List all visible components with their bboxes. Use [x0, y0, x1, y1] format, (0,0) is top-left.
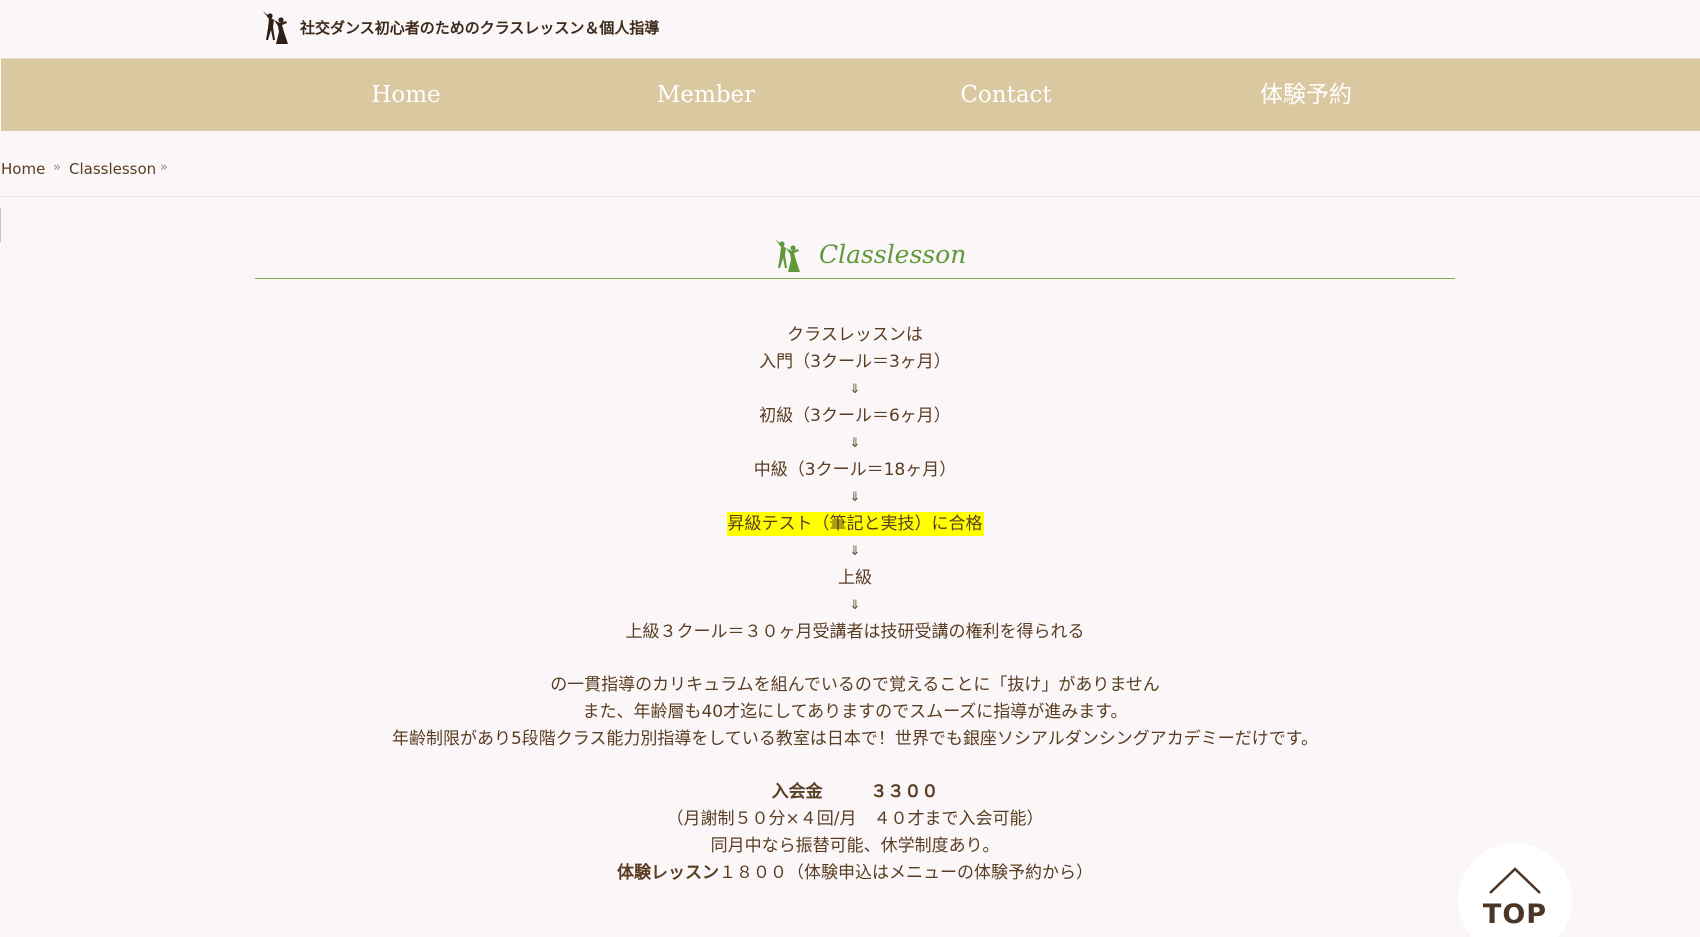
description-line-3: 年齢制限があり5段階クラス能力別指導をしている教室は日本で！世界でも銀座ソシアル…: [391, 729, 1319, 749]
breadcrumb-home[interactable]: Home: [1, 160, 45, 178]
page: 社交ダンス初心者のためのクラスレッスン＆個人指導 Home Member Con…: [0, 0, 1700, 937]
down-arrow-icon: ⇓: [849, 490, 861, 505]
section-heading: Classlesson: [255, 234, 1455, 279]
down-arrow-icon: ⇓: [849, 382, 861, 397]
back-to-top-label: TOP: [1482, 899, 1548, 930]
breadcrumb-separator-icon: »: [160, 160, 168, 175]
main-nav: Home Member Contact 体験予約: [1, 58, 1700, 131]
nav-item-trial-booking[interactable]: 体験予約: [1156, 59, 1456, 131]
promotion-test-highlight: 昇級テスト（筆記と実技）に合格: [726, 512, 984, 536]
curriculum-step-intermediate: 中級（3クール＝18ヶ月）: [753, 460, 957, 480]
enrollment-fee-label: 入会金: [771, 782, 823, 802]
site-header: 社交ダンス初心者のためのクラスレッスン＆個人指導: [0, 0, 1700, 58]
down-arrow-icon: ⇓: [849, 436, 861, 451]
monthly-fee-note: （月謝制５０分×４回/月 ４０才まで入会可能）: [666, 809, 1044, 829]
site-tagline: 社交ダンス初心者のためのクラスレッスン＆個人指導: [300, 19, 660, 37]
curriculum-step-beginner: 入門（3クール＝3ヶ月）: [759, 352, 951, 372]
lesson-content: クラスレッスンは 入門（3クール＝3ヶ月） ⇓ 初級（3クール＝6ヶ月） ⇓ 中…: [255, 322, 1455, 887]
enrollment-fee-value: ３３００: [870, 782, 939, 802]
trial-lesson-value: １８００（体験申込はメニューの体験予約から）: [719, 863, 1093, 883]
down-arrow-icon: ⇓: [849, 544, 861, 559]
down-arrow-icon: ⇓: [849, 598, 861, 613]
curriculum-advanced-note: 上級３クール＝３０ヶ月受講者は技研受講の権利を得られる: [625, 622, 1085, 642]
chevron-up-icon: [1489, 867, 1541, 894]
trial-lesson-label: 体験レッスン: [617, 863, 719, 883]
description-line-1: の一貫指導のカリキュラムを組んでいるので覚えることに「抜け」がありません: [550, 675, 1160, 695]
section-title: Classlesson: [819, 240, 967, 269]
curriculum-intro: クラスレッスンは: [787, 325, 923, 345]
description-line-2: また、年齢層も40才迄にしてありますのでスムーズに指導が進みます。: [582, 702, 1128, 722]
dancing-couple-icon[interactable]: [261, 10, 291, 46]
curriculum-step-advanced: 上級: [838, 568, 872, 588]
dancing-couple-icon: [775, 239, 800, 272]
nav-item-member[interactable]: Member: [556, 59, 856, 131]
breadcrumb: Home » Classlesson »: [1, 130, 1700, 197]
nav-item-home[interactable]: Home: [256, 59, 556, 131]
back-to-top-button[interactable]: TOP: [1458, 843, 1572, 937]
enrollment-fee: 入会金 ３３００: [255, 779, 1455, 806]
curriculum-step-elementary: 初級（3クール＝6ヶ月）: [759, 406, 951, 426]
trial-lesson: 体験レッスン１８００（体験申込はメニューの体験予約から）: [255, 860, 1455, 887]
breadcrumb-classlesson[interactable]: Classlesson: [69, 160, 156, 178]
nav-item-contact[interactable]: Contact: [856, 59, 1156, 131]
breadcrumb-separator-icon: »: [53, 160, 61, 175]
divider: [0, 208, 1, 242]
transfer-note: 同月中なら振替可能、休学制度あり。: [710, 836, 1000, 856]
